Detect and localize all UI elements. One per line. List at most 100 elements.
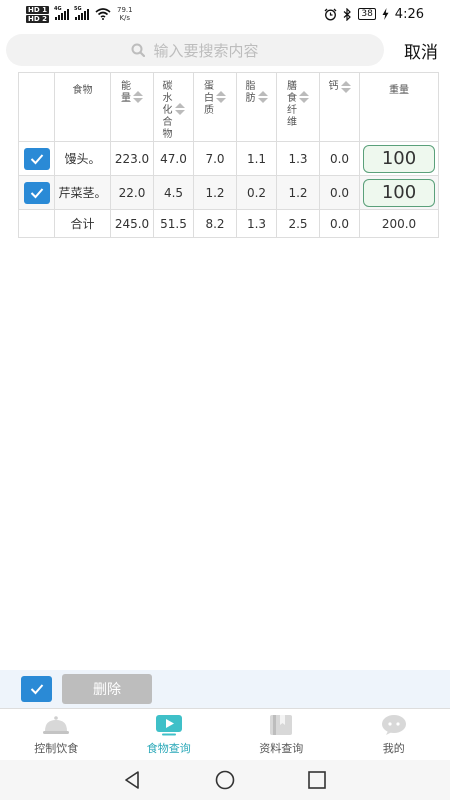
header-fiber[interactable]: 膳食纤维: [276, 73, 319, 141]
sort-icon[interactable]: [340, 81, 351, 93]
sort-icon[interactable]: [299, 91, 309, 103]
check-icon: [30, 187, 43, 198]
sort-icon[interactable]: [174, 103, 185, 115]
search-input[interactable]: 输入要搜索内容: [6, 34, 384, 66]
header-protein[interactable]: 蛋白质: [193, 73, 236, 141]
select-all-checkbox[interactable]: [21, 676, 52, 702]
table-header-row: 食物 能量 碳水化合物 蛋白质 脂肪 膳食纤维 钙 重量: [19, 73, 438, 141]
fat-value: 0.2: [236, 176, 276, 209]
energy-value: 223.0: [110, 142, 153, 175]
hd1-label: HD 1: [26, 5, 49, 14]
weight-cell: 100: [359, 142, 438, 175]
table-row: 芹菜茎。 22.0 4.5 1.2 0.2 1.2 0.0 100: [19, 175, 438, 209]
header-fat[interactable]: 脂肪: [236, 73, 276, 141]
fat-value: 1.1: [236, 142, 276, 175]
hd2-label: HD 2: [26, 14, 49, 23]
calcium-value: 0.0: [319, 142, 359, 175]
sort-icon[interactable]: [257, 91, 268, 103]
speed-value: 79.1: [116, 6, 133, 14]
header-calcium-label: 钙: [328, 81, 339, 92]
fiber-value: 1.3: [276, 142, 319, 175]
energy-value: 22.0: [110, 176, 153, 209]
total-fiber: 2.5: [276, 210, 319, 237]
tab-label: 食物查询: [146, 741, 191, 755]
header-weight-label: 重量: [389, 85, 409, 96]
chat-icon: [381, 714, 406, 735]
total-empty-cell: [19, 210, 54, 237]
wifi-icon: [95, 8, 111, 20]
sort-icon[interactable]: [133, 91, 143, 103]
header-weight: 重量: [359, 73, 438, 141]
header-fiber-label: 膳食纤维: [287, 81, 297, 128]
table-row: 馒头。 223.0 47.0 7.0 1.1 1.3 0.0 100: [19, 141, 438, 175]
fiber-value: 1.2: [276, 176, 319, 209]
total-weight: 200.0: [359, 210, 438, 237]
book-icon: [270, 714, 293, 735]
bluetooth-icon: [343, 7, 352, 21]
tab-bar: 控制饮食 食物查询 资料查询 我的: [0, 708, 450, 760]
food-name: 芹菜茎。: [54, 176, 110, 209]
weight-input[interactable]: 100: [363, 144, 435, 173]
cancel-button[interactable]: 取消: [404, 38, 438, 63]
net1-label: 4G: [53, 5, 62, 12]
net-speed: 79.1 K/s: [117, 6, 133, 22]
row-checkbox[interactable]: [23, 181, 50, 204]
header-energy[interactable]: 能量: [110, 73, 153, 141]
signal-icon-2: 5G: [73, 5, 89, 20]
status-bar: HD 1 HD 2 4G 5G 79.1 K/s 38 4:26: [0, 0, 450, 28]
hd-indicator: HD 1 HD 2: [26, 5, 49, 23]
search-placeholder: 输入要搜索内容: [153, 41, 259, 60]
tab-label: 控制饮食: [34, 741, 79, 755]
signal-icon-1: 4G: [53, 5, 69, 20]
tab-label: 资料查询: [259, 741, 304, 755]
header-energy-label: 能量: [121, 81, 131, 104]
battery-indicator: 38: [358, 8, 376, 20]
row-select-cell: [19, 142, 54, 175]
total-calcium: 0.0: [319, 210, 359, 237]
status-right: 38 4:26: [324, 7, 424, 22]
protein-value: 1.2: [193, 176, 236, 209]
action-bar: 删除: [0, 670, 450, 708]
back-icon[interactable]: [123, 770, 143, 790]
charging-icon: [382, 8, 389, 20]
nutrition-table: 食物 能量 碳水化合物 蛋白质 脂肪 膳食纤维 钙 重量 馒头。 223.0 4…: [18, 72, 439, 238]
row-select-cell: [19, 176, 54, 209]
alarm-icon: [324, 8, 337, 20]
recents-icon[interactable]: [307, 770, 327, 790]
net2-label: 5G: [73, 5, 82, 12]
tab-data-query[interactable]: 资料查询: [225, 709, 338, 760]
total-energy: 245.0: [110, 210, 153, 237]
delete-button[interactable]: 删除: [62, 674, 152, 704]
header-carbs-label: 碳水化合物: [162, 81, 173, 140]
total-label: 合计: [54, 210, 110, 237]
total-carbs: 51.5: [153, 210, 193, 237]
tab-food-query[interactable]: 食物查询: [113, 709, 226, 760]
protein-value: 7.0: [193, 142, 236, 175]
header-calcium[interactable]: 钙: [319, 73, 359, 141]
check-icon: [30, 684, 43, 695]
header-select: [19, 73, 54, 141]
search-icon: [131, 43, 146, 57]
calcium-value: 0.0: [319, 176, 359, 209]
row-checkbox[interactable]: [23, 147, 50, 170]
weight-cell: 100: [359, 176, 438, 209]
check-icon: [30, 153, 43, 164]
video-icon: [155, 714, 182, 735]
food-name: 馒头。: [54, 142, 110, 175]
search-row: 输入要搜索内容 取消: [6, 34, 444, 66]
header-carbs[interactable]: 碳水化合物: [153, 73, 193, 141]
tab-mine[interactable]: 我的: [338, 709, 450, 760]
header-fat-label: 脂肪: [245, 81, 256, 104]
home-icon[interactable]: [215, 770, 235, 790]
header-food: 食物: [54, 73, 110, 141]
weight-input[interactable]: 100: [363, 178, 435, 207]
tab-label: 我的: [382, 741, 405, 755]
carbs-value: 47.0: [153, 142, 193, 175]
cloche-icon: [43, 715, 70, 734]
header-protein-label: 蛋白质: [204, 81, 214, 116]
total-protein: 8.2: [193, 210, 236, 237]
tab-control-diet[interactable]: 控制饮食: [0, 709, 113, 760]
speed-unit: K/s: [119, 14, 131, 22]
sort-icon[interactable]: [216, 91, 226, 103]
carbs-value: 4.5: [153, 176, 193, 209]
